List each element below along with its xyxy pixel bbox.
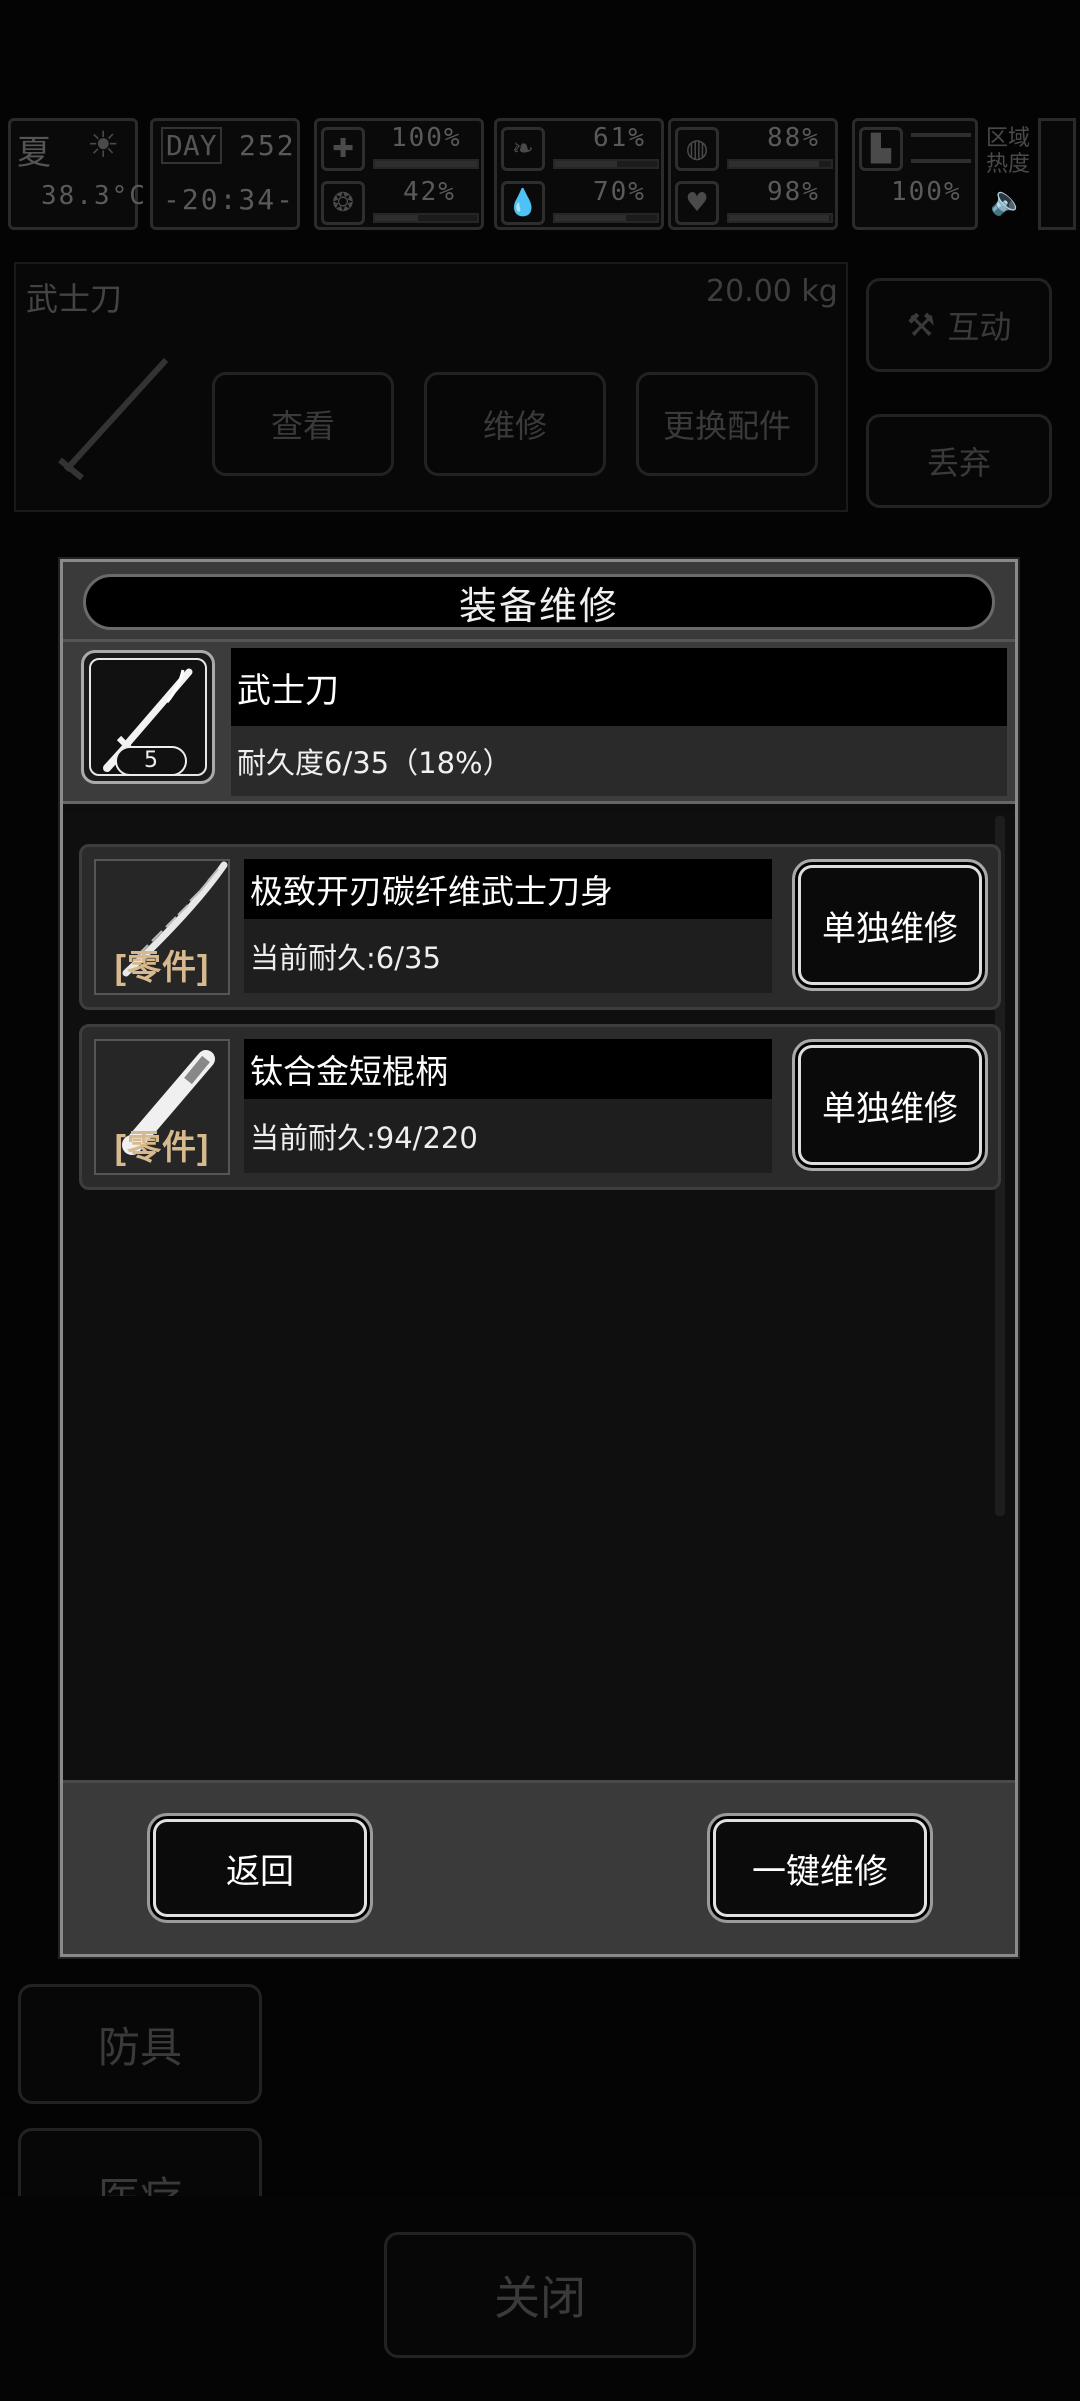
bg-close-button[interactable]: 关闭 xyxy=(384,2232,696,2358)
heat-meter xyxy=(1038,118,1076,230)
bg-sword-icon xyxy=(36,340,186,490)
part-name: 极致开刃碳纤维武士刀身 xyxy=(244,859,772,919)
part-card: [零件] 极致开刃碳纤维武士刀身 当前耐久:6/35 单独维修 xyxy=(79,844,1001,1010)
water-value: 70% xyxy=(593,177,646,207)
heart-bar xyxy=(727,213,833,223)
part-tag: [零件] xyxy=(114,949,210,987)
bg-discard-button[interactable]: 丢弃 xyxy=(866,414,1052,508)
region-heat-panel: 区域 热度 🔈 xyxy=(984,118,1034,230)
heart-value: 98% xyxy=(767,177,820,207)
speaker-icon[interactable]: 🔈 xyxy=(990,184,1025,217)
repair-item-row: 5 武士刀 耐久度6/35（18%） xyxy=(63,642,1015,804)
health-bar xyxy=(373,159,479,169)
dialog-header: 装备维修 xyxy=(63,562,1015,642)
stamina-bar xyxy=(727,159,833,169)
medkit-icon: ✚ xyxy=(321,127,365,171)
item-level-badge: 5 xyxy=(115,746,187,776)
health-value: 100% xyxy=(391,123,462,153)
bg-change-parts-button[interactable]: 更换配件 xyxy=(636,372,818,476)
status-panel-c: ◍ 88% ♥ 98% xyxy=(668,118,838,230)
time-text: -20:34- xyxy=(163,183,296,216)
status-panel-d: ▙ 100% xyxy=(852,118,978,230)
stamina-icon: ◍ xyxy=(675,127,719,171)
water-icon: 💧 xyxy=(501,181,545,225)
dialog-title: 装备维修 xyxy=(83,574,995,630)
hammer-icon: ⚒ xyxy=(906,306,936,344)
water-bar xyxy=(553,213,659,223)
part-durability: 当前耐久:94/220 xyxy=(244,1099,772,1173)
part-durability: 当前耐久:6/35 xyxy=(244,919,772,993)
brain-bar xyxy=(373,213,479,223)
day-label: DAY xyxy=(161,127,222,164)
bg-tab-armor[interactable]: 防具 xyxy=(18,1984,262,2104)
bg-interact-label: 互动 xyxy=(947,308,1012,346)
season-panel: 夏 ☀ 38.3°C xyxy=(8,118,145,230)
back-button[interactable]: 返回 xyxy=(147,1813,373,1923)
part-name: 钛合金短棍柄 xyxy=(244,1039,772,1099)
repair-dialog: 装备维修 5 武士刀 耐久度6/35（18%） [零件] 极致开刃碳纤维武士刀身… xyxy=(60,559,1018,1957)
bg-item-title: 武士刀 xyxy=(26,280,123,318)
item-name: 武士刀 xyxy=(231,648,1007,726)
parts-list: [零件] 极致开刃碳纤维武士刀身 当前耐久:6/35 单独维修 [零件] 钛合金… xyxy=(63,812,1015,1830)
status-panel-a: ✚ 100% ❂ 42% xyxy=(314,118,484,230)
stripes-icon xyxy=(911,133,971,163)
bg-repair-button[interactable]: 维修 xyxy=(424,372,606,476)
brain-value: 42% xyxy=(403,177,456,207)
dialog-footer: 返回 一键维修 xyxy=(63,1780,1015,1954)
boot-icon: ▙ xyxy=(859,127,903,171)
item-durability: 耐久度6/35（18%） xyxy=(231,726,1007,796)
status-panel-b: ❧ 61% 💧 70% xyxy=(494,118,664,230)
repair-single-button[interactable]: 单独维修 xyxy=(792,859,988,991)
bg-interact-button[interactable]: ⚒ 互动 xyxy=(866,278,1052,372)
region-heat-label: 区域 热度 xyxy=(986,126,1031,177)
temperature-text: 38.3°C xyxy=(41,181,147,211)
part-icon-frame: [零件] xyxy=(94,859,230,995)
repair-all-button[interactable]: 一键维修 xyxy=(707,1813,933,1923)
part-card: [零件] 钛合金短棍柄 当前耐久:94/220 单独维修 xyxy=(79,1024,1001,1190)
misc-value: 100% xyxy=(891,177,962,207)
repair-single-button[interactable]: 单独维修 xyxy=(792,1039,988,1171)
bg-item-weight: 20.00 kg xyxy=(706,274,838,309)
stomach-bar xyxy=(553,159,659,169)
bg-view-button[interactable]: 查看 xyxy=(212,372,394,476)
part-icon-frame: [零件] xyxy=(94,1039,230,1175)
sun-icon: ☀ xyxy=(87,125,120,166)
day-panel: DAY 252 -20:34- xyxy=(150,118,300,230)
day-number: 252 xyxy=(239,129,296,162)
stomach-icon: ❧ xyxy=(501,127,545,171)
stomach-value: 61% xyxy=(593,123,646,153)
heart-icon: ♥ xyxy=(675,181,719,225)
season-label: 夏 xyxy=(17,133,51,173)
stamina-value: 88% xyxy=(767,123,820,153)
brain-icon: ❂ xyxy=(321,181,365,225)
part-tag: [零件] xyxy=(114,1129,210,1167)
